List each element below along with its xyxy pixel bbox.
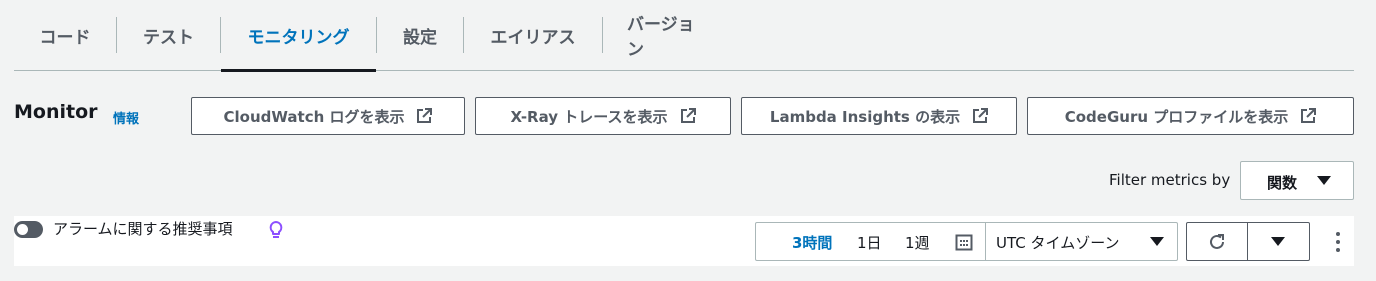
- tab-aliases[interactable]: エイリアス: [464, 0, 602, 70]
- filter-label: Filter metrics by: [1109, 171, 1231, 189]
- button-label: CodeGuru プロファイルを表示: [1064, 107, 1289, 126]
- tab-monitoring[interactable]: モニタリング: [221, 0, 376, 72]
- caret-down-icon: [1271, 237, 1285, 246]
- range-3-hours[interactable]: 3時間: [792, 232, 832, 253]
- info-link[interactable]: 情報: [113, 108, 139, 127]
- time-range-selector: 3時間 1日 1週 UTC タイムゾーン: [755, 222, 1178, 261]
- tab-versions[interactable]: バージョン: [603, 0, 733, 70]
- tab-bar: コード テスト モニタリング 設定 エイリアス バージョン: [14, 0, 1354, 72]
- refresh-icon: [1207, 232, 1227, 256]
- tab-test[interactable]: テスト: [117, 0, 220, 70]
- view-xray-traces-button[interactable]: X-Ray トレースを表示: [475, 97, 731, 135]
- refresh-button[interactable]: [1186, 222, 1248, 261]
- external-link-icon: [416, 108, 433, 124]
- lightbulb-icon: [268, 220, 284, 244]
- button-label: Lambda Insights の表示: [769, 107, 961, 126]
- refresh-options-dropdown[interactable]: [1248, 222, 1310, 261]
- alarm-recommendations-label: アラームに関する推奨事項: [53, 220, 233, 238]
- caret-down-icon: [1317, 176, 1331, 185]
- view-cloudwatch-logs-button[interactable]: CloudWatch ログを表示: [191, 97, 465, 135]
- calendar-icon[interactable]: [955, 233, 973, 255]
- alarm-recommendations-toggle[interactable]: [14, 221, 43, 238]
- tab-settings[interactable]: 設定: [377, 0, 463, 70]
- button-label: CloudWatch ログを表示: [223, 107, 405, 126]
- external-link-icon: [972, 108, 989, 124]
- button-label: X-Ray トレースを表示: [510, 107, 668, 126]
- filter-metrics-select[interactable]: 関数: [1240, 161, 1354, 200]
- timezone-select[interactable]: UTC タイムゾーン: [996, 232, 1119, 253]
- range-1-day[interactable]: 1日: [857, 232, 882, 253]
- view-lambda-insights-button[interactable]: Lambda Insights の表示: [741, 97, 1017, 135]
- tab-code[interactable]: コード: [14, 0, 116, 70]
- external-link-icon: [1300, 108, 1317, 124]
- caret-down-icon[interactable]: [1150, 237, 1164, 246]
- kebab-menu-icon[interactable]: [1330, 230, 1346, 254]
- divider: [985, 223, 986, 260]
- range-1-week[interactable]: 1週: [905, 232, 930, 253]
- external-link-icon: [680, 108, 696, 124]
- toggle-knob: [17, 224, 28, 235]
- section-title: Monitor: [14, 101, 98, 123]
- view-codeguru-profile-button[interactable]: CodeGuru プロファイルを表示: [1027, 97, 1354, 135]
- filter-selected-value: 関数: [1267, 174, 1298, 192]
